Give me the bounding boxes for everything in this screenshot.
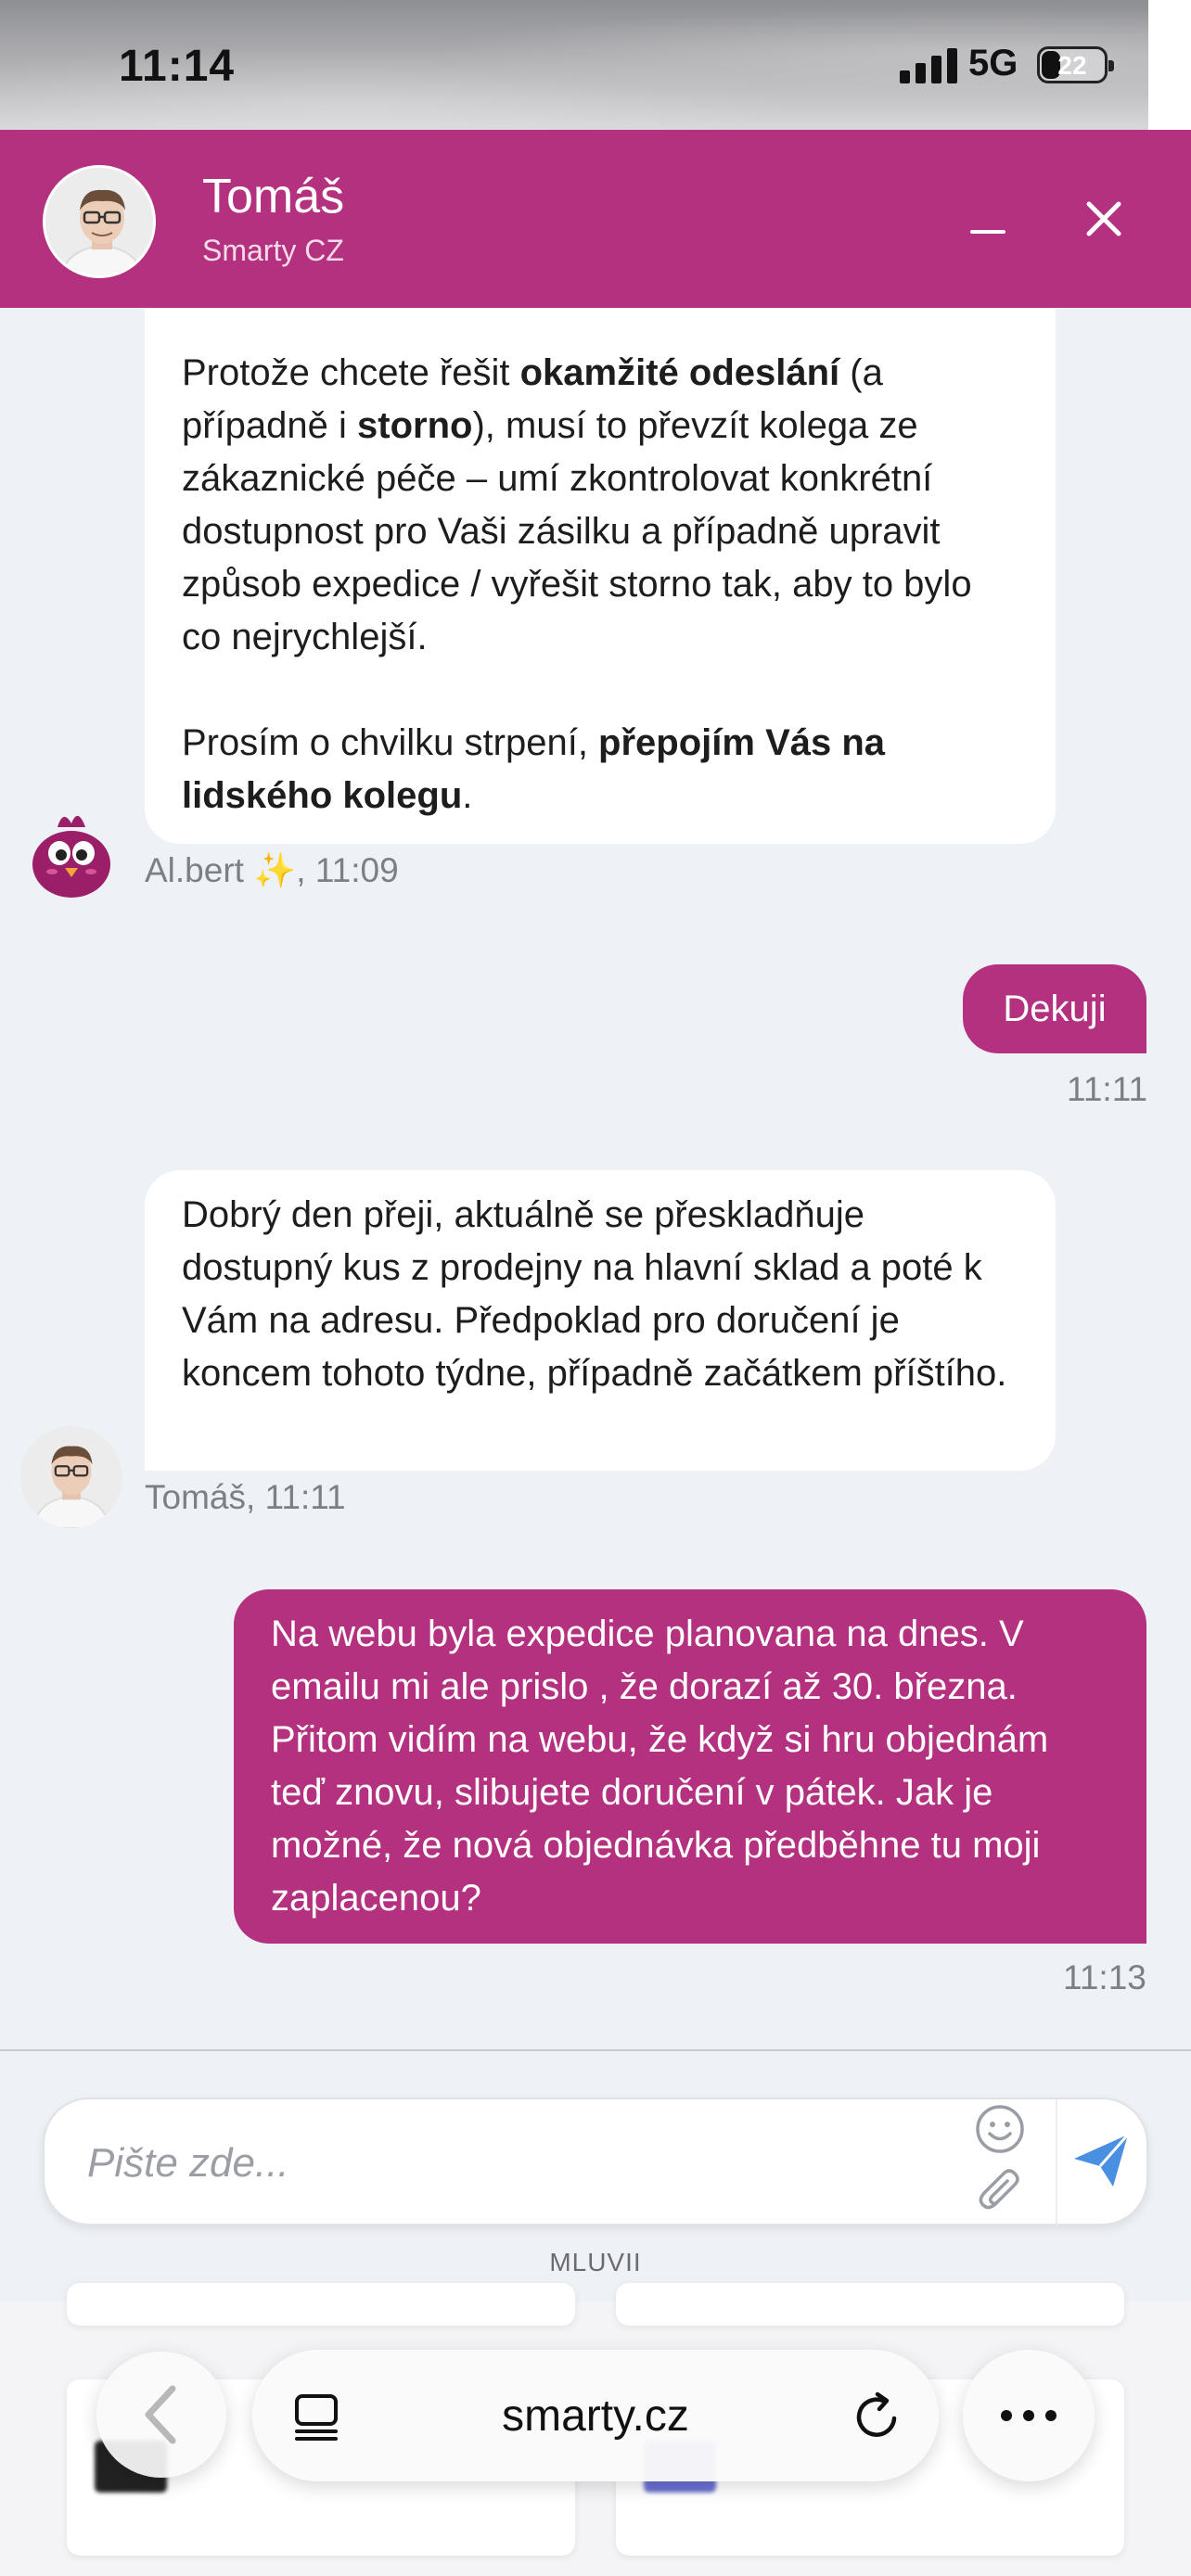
message-text: Protože chcete řešit: [182, 352, 520, 393]
network-type: 5G: [968, 43, 1018, 83]
bot-avatar: [20, 799, 122, 901]
product-card[interactable]: [616, 2283, 1124, 2326]
more-icon: [1001, 2410, 1057, 2421]
browser-more-button[interactable]: [963, 2350, 1095, 2481]
status-bar-edge: [1148, 0, 1191, 130]
close-button[interactable]: [1082, 197, 1126, 241]
message-bold-text: okamžité odeslání: [519, 352, 840, 393]
reload-icon[interactable]: [852, 2391, 903, 2442]
send-icon: [1074, 2134, 1130, 2187]
message-meta: Al.bert ✨, 11:09: [145, 851, 399, 889]
battery-icon: 22: [1037, 46, 1114, 83]
message-time: 11:13: [1063, 1958, 1146, 1996]
branding: MLUVII: [549, 2248, 642, 2276]
message-text: Prosím o chvilku strpení,: [182, 722, 599, 763]
signal-icon: [900, 48, 959, 83]
agent-company: Smarty CZ: [202, 234, 344, 267]
chevron-left-icon: [145, 2385, 176, 2444]
battery-level: 22: [1057, 51, 1087, 80]
address-bar[interactable]: smarty.cz: [252, 2350, 939, 2481]
message-bubble-user: Dekuji: [963, 964, 1146, 1053]
product-card[interactable]: [67, 2283, 575, 2326]
message-meta: Tomáš, 11:11: [145, 1478, 346, 1516]
message-text: Dobrý den přeji, aktuálně se přeskladňuj…: [182, 1194, 1007, 1394]
close-icon: [1086, 201, 1121, 236]
message-bubble-user: Na webu byla expedice planovana na dnes.…: [234, 1589, 1146, 1944]
emoji-button[interactable]: [974, 2103, 1026, 2155]
emoji-icon: [976, 2105, 1024, 2153]
message-text: Dekuji: [1003, 988, 1107, 1029]
message-paragraph: Protože chcete řešit okamžité odeslání (…: [182, 347, 1018, 664]
send-separator: [1056, 2099, 1057, 2225]
minimize-button[interactable]: [965, 213, 1011, 250]
browser-back-button[interactable]: [96, 2352, 226, 2478]
message-bubble-bot: Protože chcete řešit okamžité odeslání (…: [145, 308, 1056, 844]
agent-name: Tomáš: [202, 170, 345, 223]
message-bubble-agent: Dobrý den přeji, aktuálně se přeskladňuj…: [145, 1170, 1056, 1471]
message-paragraph: Prosím o chvilku strpení, přepojím Vás n…: [182, 717, 1018, 823]
composer-divider: [0, 2049, 1191, 2051]
paperclip-icon: [979, 2169, 1019, 2210]
message-input[interactable]: [87, 2127, 978, 2200]
message-text: .: [462, 775, 473, 816]
url-text: smarty.cz: [502, 2391, 689, 2441]
agent-avatar: [43, 165, 156, 278]
attach-button[interactable]: [976, 2166, 1028, 2218]
agent-avatar-small: [20, 1426, 122, 1528]
status-time: 11:14: [119, 42, 236, 91]
composer: [43, 2098, 1148, 2225]
send-button[interactable]: [1069, 2127, 1135, 2194]
message-text: Na webu byla expedice planovana na dnes.…: [271, 1613, 1049, 1919]
chat-header: Tomáš Smarty CZ: [0, 130, 1191, 308]
message-time: 11:11: [1067, 1070, 1148, 1108]
message-bold-text: storno: [357, 405, 473, 446]
